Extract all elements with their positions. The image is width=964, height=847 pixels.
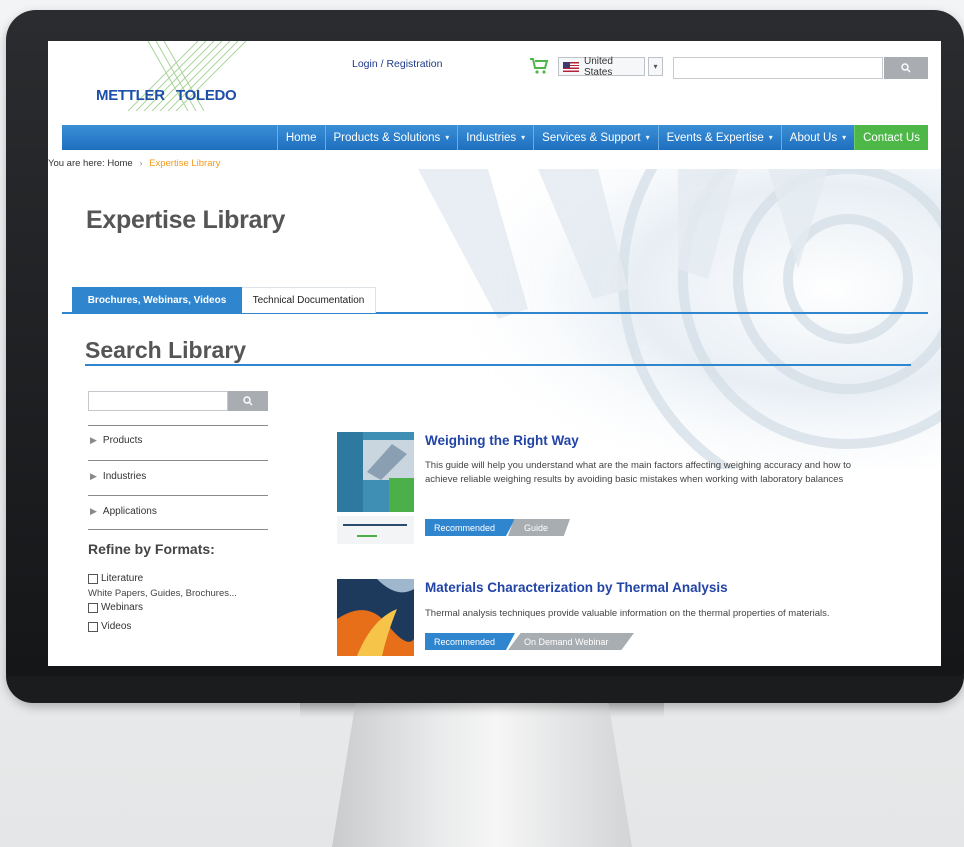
result-description: This guide will help you understand what… xyxy=(425,460,851,485)
expand-arrow-icon: ▶ xyxy=(90,435,97,445)
nav-label: Services & Support xyxy=(542,131,641,144)
nav-label: Products & Solutions xyxy=(333,131,441,144)
nav-home[interactable]: Home xyxy=(276,125,325,150)
chevron-down-icon: ▾ xyxy=(445,133,450,142)
photo-background: METTLER TOLEDO Login / Registration Unit… xyxy=(0,0,964,847)
facet-divider xyxy=(88,460,268,461)
facet-divider xyxy=(88,529,268,530)
country-dropdown-button[interactable]: ▾ xyxy=(648,57,663,76)
chevron-down-icon: ▾ xyxy=(768,133,773,142)
section-divider xyxy=(85,364,911,366)
login-link[interactable]: Login / Registration xyxy=(352,58,442,70)
facet-applications[interactable]: ▶ Applications xyxy=(90,506,157,517)
result-title[interactable]: Materials Characterization by Thermal An… xyxy=(425,580,728,595)
breadcrumb-current: Expertise Library xyxy=(149,158,221,169)
header-search-button[interactable] xyxy=(884,57,928,79)
monitor-stand xyxy=(332,700,632,847)
library-search-button[interactable] xyxy=(228,391,268,411)
facet-products[interactable]: ▶ Products xyxy=(90,435,142,446)
facet-label: Applications xyxy=(102,506,157,517)
nav-label: About Us xyxy=(789,131,838,144)
chevron-down-icon: ▾ xyxy=(521,133,526,142)
section-title: Search Library xyxy=(85,337,247,363)
cart-icon[interactable] xyxy=(529,57,549,75)
nav-label: Events & Expertise xyxy=(666,131,764,144)
result-thumbnail[interactable] xyxy=(337,432,414,544)
checkbox[interactable] xyxy=(88,573,98,584)
result-title[interactable]: Weighing the Right Way xyxy=(425,433,579,448)
tab-technical-documentation[interactable]: Technical Documentation xyxy=(242,287,376,313)
header-search-input[interactable] xyxy=(673,57,883,79)
hero-graphic xyxy=(378,169,941,469)
monitor-chin xyxy=(6,676,964,703)
nav-label: Industries xyxy=(466,131,517,144)
browser-screen: METTLER TOLEDO Login / Registration Unit… xyxy=(48,41,941,666)
nav-contact-us[interactable]: Contact Us xyxy=(854,125,928,150)
search-icon xyxy=(901,63,911,73)
format-label: Videos xyxy=(101,621,132,632)
search-icon xyxy=(243,396,253,406)
facet-divider xyxy=(88,495,268,496)
format-literature[interactable]: Literature xyxy=(88,573,143,584)
breadcrumb-home[interactable]: Home xyxy=(107,158,132,169)
expand-arrow-icon: ▶ xyxy=(90,506,97,516)
nav-about-us[interactable]: About Us ▾ xyxy=(780,125,854,150)
main-navigation: Home Products & Solutions ▾ Industries ▾ S… xyxy=(62,125,928,150)
chevron-down-icon: ▾ xyxy=(645,133,650,142)
library-search-input[interactable] xyxy=(88,391,228,411)
tag-format[interactable]: On Demand Webinar xyxy=(508,633,634,650)
checkbox[interactable] xyxy=(88,602,98,613)
tag-recommended[interactable]: Recommended xyxy=(425,633,515,650)
facet-label: Industries xyxy=(102,471,147,482)
format-videos[interactable]: Videos xyxy=(88,621,131,632)
nav-services-support[interactable]: Services & Support ▾ xyxy=(533,125,657,150)
refine-formats-heading: Refine by Formats: xyxy=(88,541,215,557)
facet-label: Products xyxy=(102,435,143,446)
expand-arrow-icon: ▶ xyxy=(90,471,97,481)
chevron-down-icon: ▾ xyxy=(842,133,847,142)
breadcrumb-separator: › xyxy=(139,158,143,169)
format-literature-description: White Papers, Guides, Brochures... xyxy=(88,588,237,599)
nav-products-solutions[interactable]: Products & Solutions ▾ xyxy=(324,125,458,150)
result-description: Thermal analysis techniques provide valu… xyxy=(425,608,830,619)
format-webinars[interactable]: Webinars xyxy=(88,602,143,613)
result-thumbnail[interactable] xyxy=(337,579,414,656)
country-label: United States xyxy=(583,55,613,78)
nav-label: Home xyxy=(285,131,317,144)
facet-divider xyxy=(88,425,268,426)
page-title: Expertise Library xyxy=(86,206,286,234)
format-label: Literature xyxy=(101,573,144,584)
company-logo[interactable]: METTLER TOLEDO xyxy=(88,41,248,111)
logo-text-left: METTLER xyxy=(96,87,165,104)
logo-text-right: TOLEDO xyxy=(176,87,237,104)
us-flag-icon xyxy=(563,61,579,72)
tab-brochures-webinars-videos[interactable]: Brochures, Webinars, Videos xyxy=(72,287,242,313)
breadcrumb: You are here: Home › Expertise Library xyxy=(48,158,220,169)
format-label: Webinars xyxy=(101,602,144,613)
checkbox[interactable] xyxy=(88,621,98,632)
nav-events-expertise[interactable]: Events & Expertise ▾ xyxy=(657,125,781,150)
facet-industries[interactable]: ▶ Industries xyxy=(90,471,146,482)
nav-industries[interactable]: Industries ▾ xyxy=(457,125,533,150)
tag-recommended[interactable]: Recommended xyxy=(425,519,515,536)
country-selector[interactable]: United States xyxy=(558,55,645,78)
tag-format[interactable]: Guide xyxy=(508,519,570,536)
breadcrumb-prefix: You are here: xyxy=(48,158,105,169)
